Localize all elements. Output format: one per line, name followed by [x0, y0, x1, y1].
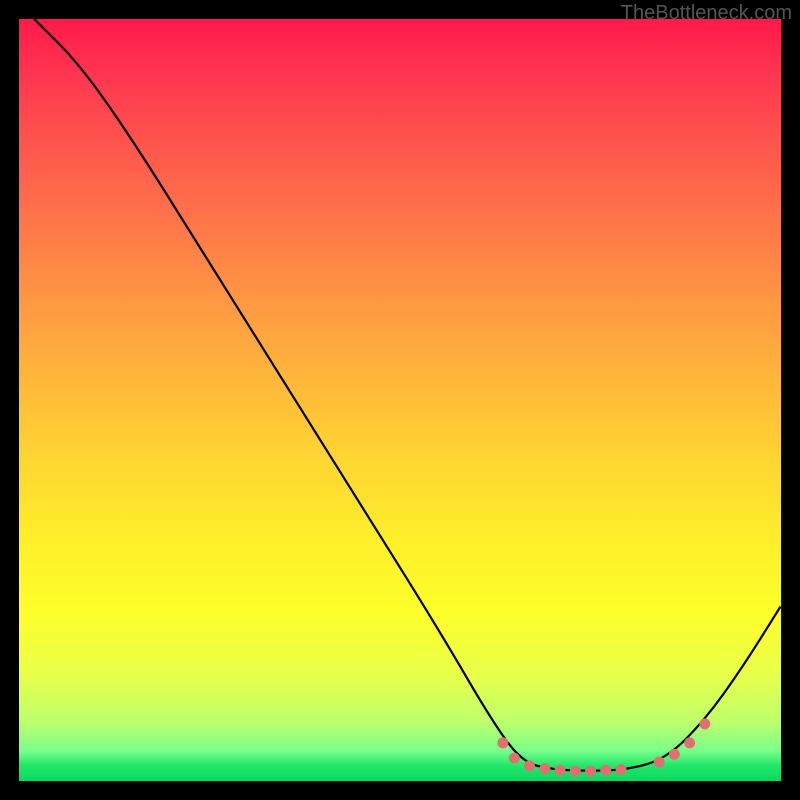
- data-marker: [654, 757, 665, 768]
- data-marker: [570, 766, 581, 777]
- data-marker: [555, 765, 566, 776]
- plot-area: [19, 19, 781, 781]
- data-marker: [509, 753, 520, 764]
- data-marker: [699, 718, 710, 729]
- data-markers: [497, 718, 710, 776]
- data-marker: [497, 737, 508, 748]
- watermark-text: TheBottleneck.com: [621, 2, 792, 25]
- data-marker: [669, 749, 680, 760]
- data-marker: [524, 760, 535, 771]
- bottleneck-curve: [34, 19, 781, 771]
- data-marker: [600, 765, 611, 776]
- data-marker: [585, 766, 596, 777]
- data-marker: [539, 763, 550, 774]
- data-marker: [684, 737, 695, 748]
- chart-svg: [19, 19, 781, 781]
- data-marker: [616, 764, 627, 775]
